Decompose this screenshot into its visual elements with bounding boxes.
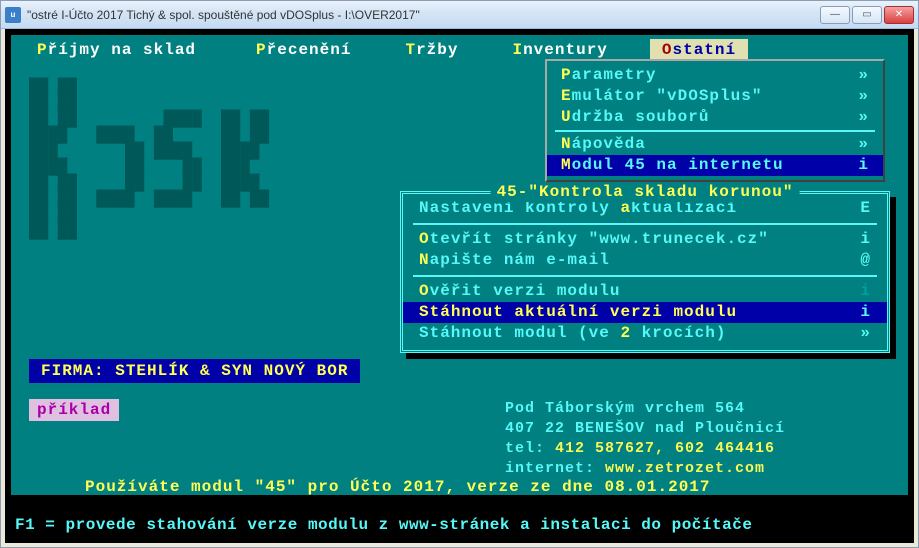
opt-stahnout-2kroky[interactable]: Stáhnout modul (ve 2 krocích)»: [403, 323, 887, 344]
menu-preceneni[interactable]: Přecenění: [244, 39, 363, 61]
dos-screen: Příjmy na sklad Přecenění Tržby Inventur…: [5, 29, 914, 543]
opt-overit-verzi[interactable]: Ověřit verzi modului: [403, 281, 887, 302]
separator: [413, 275, 877, 277]
menu-bar: Příjmy na sklad Přecenění Tržby Inventur…: [25, 39, 894, 61]
separator: [413, 223, 877, 225]
menu-trzby[interactable]: Tržby: [393, 39, 470, 61]
close-button[interactable]: ✕: [884, 6, 914, 24]
firma-label: FIRMA: STEHLÍK & SYN NOVÝ BOR: [29, 359, 360, 383]
logo-ascii: ██ ██ ██ ██ ██ ██ ████ ██ ██ ████ ████ █…: [29, 79, 269, 239]
opt-napiste-email[interactable]: Napište nám e-mail@: [403, 250, 887, 271]
priklad-badge: příklad: [29, 399, 119, 421]
help-line: F1 = provede stahování verze modulu z ww…: [15, 515, 904, 535]
app-icon: u: [5, 7, 21, 23]
separator: [555, 130, 875, 132]
modul45-submenu: 45-"Kontrola skladu korunou" Nastavení k…: [400, 191, 890, 353]
contact-block: Pod Táborským vrchem 564 407 22 BENEŠOV …: [505, 399, 785, 479]
minimize-button[interactable]: —: [820, 6, 850, 24]
menu-inventury[interactable]: Inventury: [500, 39, 619, 61]
menu-parametry[interactable]: Parametry»: [547, 65, 883, 86]
app-window: u "ostré I-Účto 2017 Tichý & spol. spouš…: [0, 0, 919, 548]
menu-ostatni[interactable]: Ostatní: [650, 39, 748, 61]
menu-emulator[interactable]: Emulátor "vDOSplus"»: [547, 86, 883, 107]
submenu-title: 45-"Kontrola skladu korunou": [491, 182, 800, 202]
menu-napoveda[interactable]: Nápověda»: [547, 134, 883, 155]
window-title: "ostré I-Účto 2017 Tichý & spol. spouště…: [27, 8, 820, 22]
titlebar[interactable]: u "ostré I-Účto 2017 Tichý & spol. spouš…: [1, 1, 918, 29]
menu-prijmy[interactable]: Příjmy na sklad: [25, 39, 208, 61]
opt-otevrit-stranky[interactable]: Otevřít stránky "www.trunecek.cz"i: [403, 229, 887, 250]
ostatni-dropdown: Parametry» Emulátor "vDOSplus"» Udržba s…: [545, 59, 885, 182]
maximize-button[interactable]: ▭: [852, 6, 882, 24]
menu-udrzba[interactable]: Udržba souborů»: [547, 107, 883, 128]
opt-stahnout-aktualni[interactable]: Stáhnout aktuální verzi modului: [403, 302, 887, 323]
version-line: Používáte modul "45" pro Účto 2017, verz…: [85, 477, 711, 497]
menu-modul45-internet[interactable]: Modul 45 na internetui: [547, 155, 883, 176]
